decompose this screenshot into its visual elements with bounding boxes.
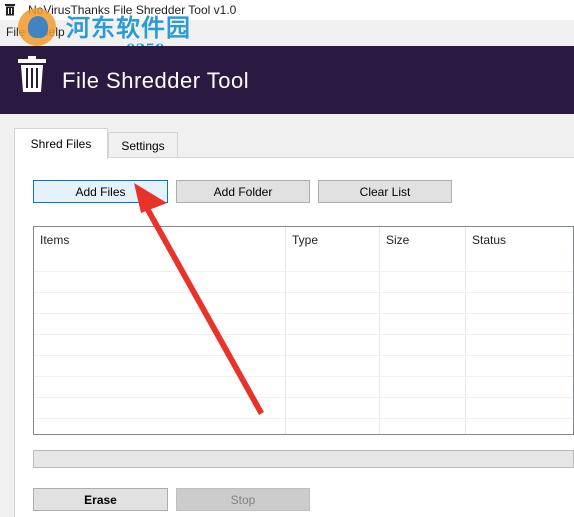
stop-label: Stop (230, 492, 256, 507)
tab-settings-label: Settings (121, 138, 165, 153)
row-divider (34, 397, 573, 398)
row-divider (34, 292, 573, 293)
column-header-size[interactable]: Size (380, 227, 466, 253)
tab-strip: Shred Files Settings (14, 128, 574, 159)
watermark-logo-inner-icon (28, 16, 48, 38)
row-divider (34, 271, 573, 272)
add-folder-button[interactable]: Add Folder (176, 180, 310, 203)
column-header-type[interactable]: Type (286, 227, 380, 253)
column-divider (379, 227, 380, 434)
row-divider (34, 418, 573, 419)
column-header-type-label: Type (292, 233, 319, 247)
watermark-brand: 河东软件园 (66, 14, 191, 42)
row-divider (34, 355, 573, 356)
tab-shred-files-label: Shred Files (30, 137, 92, 151)
column-divider (465, 227, 466, 434)
row-divider (34, 334, 573, 335)
column-divider (285, 227, 286, 434)
tab-shred-files[interactable]: Shred Files (14, 128, 108, 159)
column-header-items[interactable]: Items (34, 227, 286, 253)
column-header-size-label: Size (386, 233, 410, 247)
app-header: File Shredder Tool (0, 46, 574, 114)
erase-button[interactable]: Erase (33, 488, 168, 511)
trash-icon (18, 56, 46, 92)
column-header-status[interactable]: Status (466, 227, 573, 253)
shred-progress-bar (33, 450, 574, 468)
file-list-table[interactable]: Items Type Size Status (33, 226, 574, 435)
erase-label: Erase (84, 492, 117, 507)
add-files-label: Add Files (75, 184, 126, 199)
tab-settings[interactable]: Settings (108, 132, 178, 158)
column-header-items-label: Items (40, 233, 70, 247)
column-header-status-label: Status (472, 233, 507, 247)
add-files-button[interactable]: Add Files (33, 180, 168, 203)
clear-list-label: Clear List (359, 184, 411, 199)
add-folder-label: Add Folder (213, 184, 273, 199)
row-divider (34, 313, 573, 314)
clear-list-button[interactable]: Clear List (318, 180, 452, 203)
row-divider (34, 376, 573, 377)
stop-button[interactable]: Stop (176, 488, 310, 511)
header-title: File Shredder Tool (62, 68, 250, 93)
